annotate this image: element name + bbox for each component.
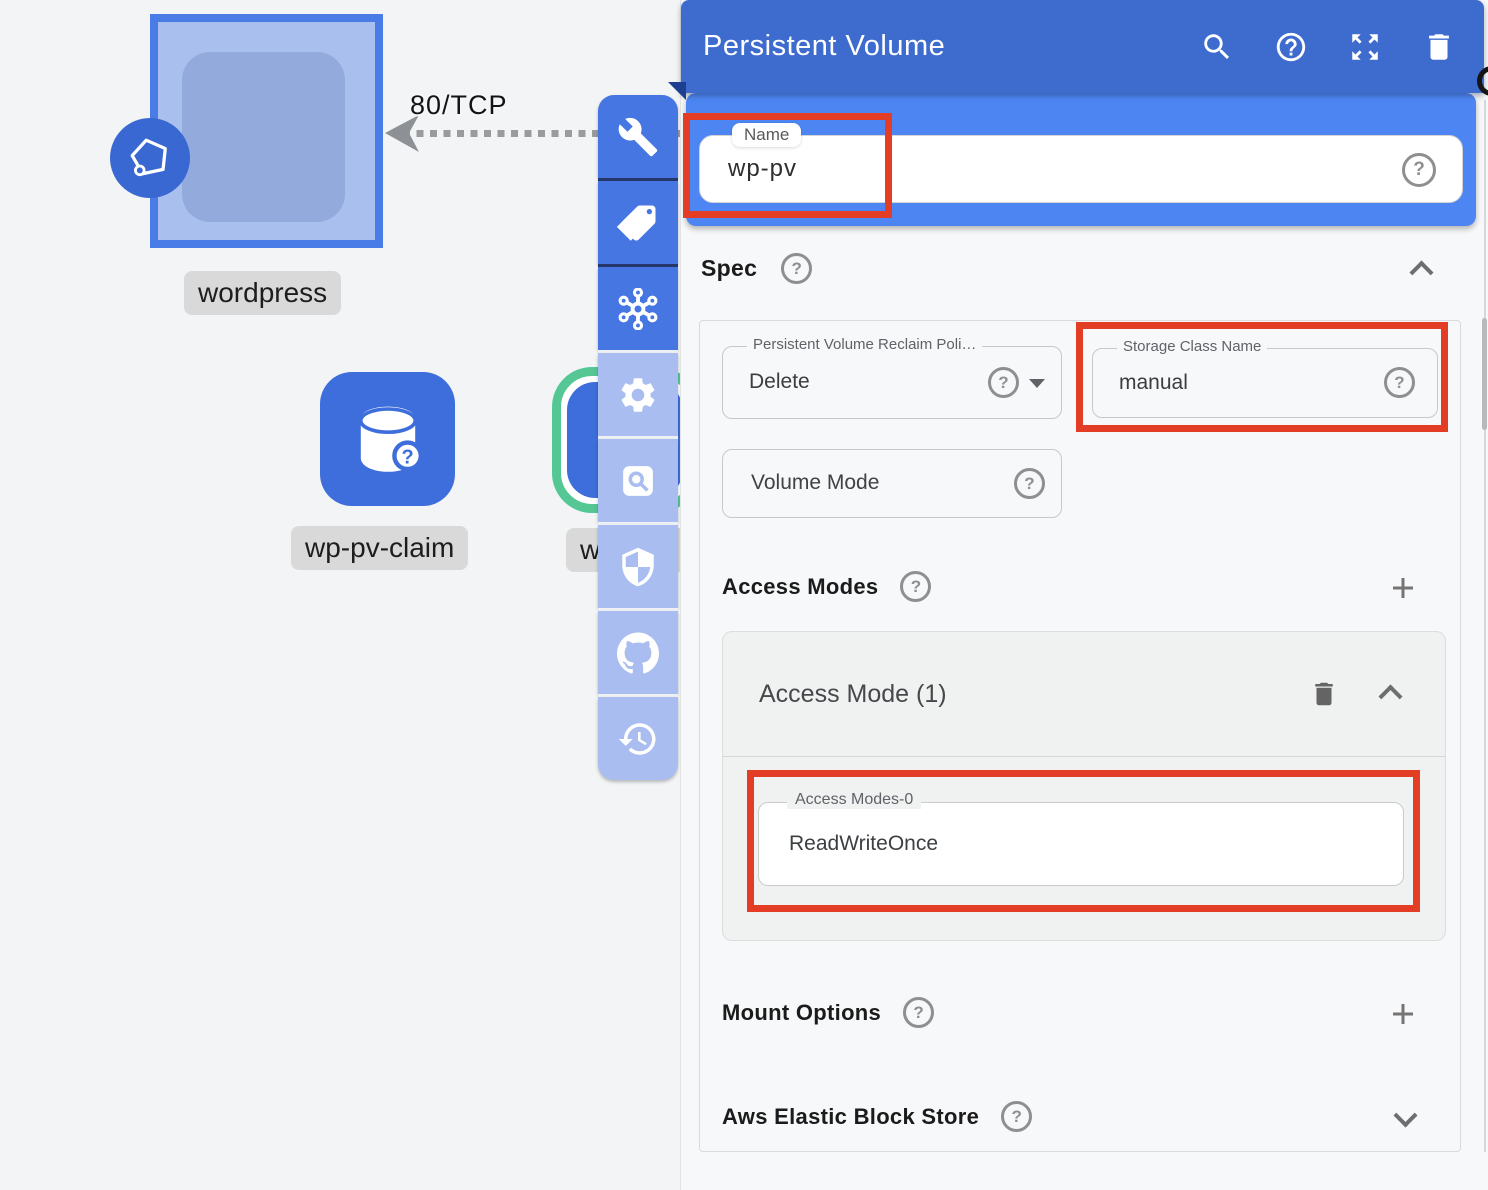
add-mount-option-button[interactable]: [1388, 999, 1418, 1029]
access-modes-help-icon[interactable]: ?: [900, 571, 931, 602]
access-mode-card-title: Access Mode (1): [759, 632, 947, 756]
shield-icon: [617, 546, 659, 588]
aws-ebs-expand-chevron-icon[interactable]: [1393, 1103, 1417, 1127]
help-icon[interactable]: [1274, 30, 1308, 64]
toolbar-button-security[interactable]: [598, 525, 678, 608]
edge-port-label: 80/TCP: [410, 90, 508, 121]
aws-ebs-title: Aws Elastic Block Store: [722, 1104, 979, 1130]
aws-ebs-help-icon[interactable]: ?: [1001, 1101, 1032, 1132]
plus-icon: [1388, 573, 1418, 603]
spec-collapse-chevron-icon[interactable]: [1409, 260, 1433, 284]
aws-ebs-heading: Aws Elastic Block Store ?: [722, 1101, 1032, 1132]
add-access-mode-button[interactable]: [1388, 573, 1418, 603]
delete-access-mode-icon[interactable]: [1309, 678, 1339, 710]
hub-icon: [617, 288, 659, 330]
plus-icon: [1388, 999, 1418, 1029]
spec-container: Persistent Volume Reclaim Poli… Delete ?…: [699, 320, 1461, 1152]
corner-wedge-decoration: [668, 82, 686, 100]
tag-icon: [617, 202, 659, 244]
trash-icon[interactable]: [1422, 30, 1456, 64]
pod-pentagon-icon: [119, 127, 181, 189]
access-modes-title: Access Modes: [722, 574, 878, 600]
reclaim-policy-help-icon[interactable]: ?: [988, 367, 1019, 398]
access-mode-collapse-chevron-icon[interactable]: [1378, 684, 1402, 708]
panel-title: Persistent Volume: [703, 30, 945, 63]
access-modes-heading: Access Modes ?: [722, 571, 931, 602]
spec-title: Spec: [701, 255, 757, 282]
reclaim-policy-value: Delete: [749, 347, 810, 417]
node-wordpress[interactable]: [150, 14, 383, 248]
node-wp-pv-claim[interactable]: ?: [320, 372, 455, 506]
github-icon: [617, 632, 659, 674]
toolbar-button-wrench[interactable]: [598, 95, 678, 178]
database-question-icon: ?: [340, 391, 436, 487]
card-divider: [723, 756, 1445, 757]
mount-options-help-icon[interactable]: ?: [903, 997, 934, 1028]
spec-help-icon[interactable]: ?: [781, 253, 812, 284]
expand-icon[interactable]: [1348, 30, 1382, 64]
toolbar-button-settings[interactable]: [598, 353, 678, 436]
node-label-wp-pv-claim: wp-pv-claim: [291, 526, 468, 570]
canvas-toolbar: [598, 95, 678, 780]
search-icon[interactable]: [1200, 30, 1234, 64]
history-icon: [617, 718, 659, 760]
pod-container-shape: [182, 52, 345, 222]
highlight-box-storage-class: [1076, 322, 1448, 432]
mount-options-heading: Mount Options ?: [722, 997, 934, 1028]
volume-mode-input[interactable]: Volume Mode ?: [722, 449, 1062, 518]
reclaim-policy-select[interactable]: Persistent Volume Reclaim Poli… Delete ?: [722, 346, 1062, 419]
dropdown-caret-icon[interactable]: [1029, 379, 1045, 388]
gear-icon: [617, 374, 659, 416]
scan-search-icon: [617, 460, 659, 502]
spec-heading: Spec ?: [701, 253, 812, 284]
toolbar-button-github[interactable]: [598, 611, 678, 694]
volume-mode-label: Volume Mode: [751, 450, 879, 516]
panel-scrollbar-handle[interactable]: [1482, 318, 1487, 430]
wrench-icon: [617, 116, 659, 158]
volume-mode-help-icon[interactable]: ?: [1014, 468, 1045, 499]
svg-text:?: ?: [401, 446, 413, 468]
toolbar-button-preview[interactable]: [598, 439, 678, 522]
name-help-icon[interactable]: ?: [1402, 153, 1436, 187]
panel-header: Persistent Volume: [681, 0, 1484, 93]
node-label-wordpress: wordpress: [184, 271, 341, 315]
mount-options-title: Mount Options: [722, 1000, 881, 1026]
toolbar-button-tag[interactable]: [598, 181, 678, 264]
panel-header-actions: [1200, 0, 1456, 93]
pod-badge: [110, 118, 190, 198]
toolbar-button-history[interactable]: [598, 697, 678, 780]
panel-scrollbar-track[interactable]: [1484, 100, 1486, 1152]
highlight-box-access-mode: [747, 770, 1420, 912]
toolbar-button-hub[interactable]: [598, 267, 678, 350]
highlight-box-name: [683, 113, 892, 218]
